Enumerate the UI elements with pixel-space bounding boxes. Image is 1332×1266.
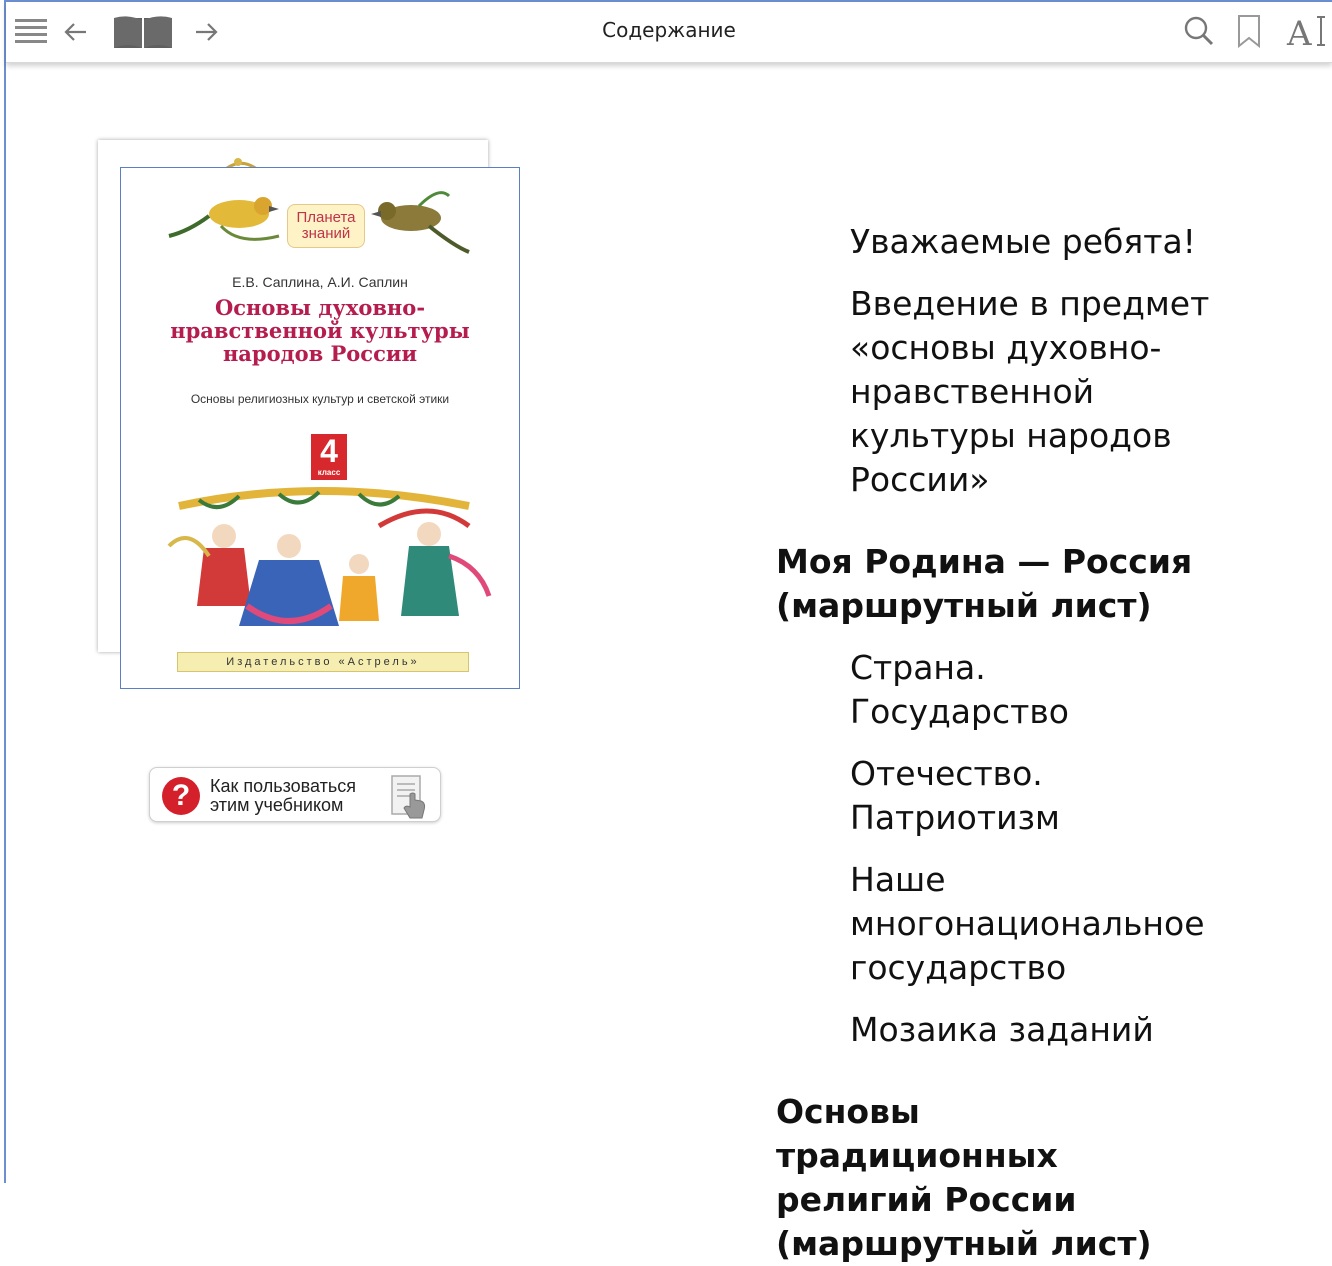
toc-item[interactable]: Наше многонациональное государство — [850, 858, 1210, 990]
toolbar: Содержание A — [6, 2, 1332, 63]
dancers-illustration-icon — [167, 487, 492, 626]
grade-number: 4 — [320, 433, 338, 469]
cover-publisher: Издательство «Астрель» — [177, 652, 469, 672]
tap-document-icon — [388, 772, 432, 824]
grade-badge: 4 класс — [311, 434, 347, 480]
toc-item[interactable]: Введение в предмет «основы духовно-нравс… — [850, 282, 1210, 502]
toc-item[interactable]: Уважаемые ребята! — [850, 220, 1210, 264]
search-icon[interactable] — [1182, 14, 1216, 48]
how-to-use-button[interactable]: ? Как пользоваться этим учебником — [149, 767, 441, 822]
toc-item[interactable]: Страна. Государство — [850, 646, 1210, 734]
how-to-use-label: Как пользоваться этим учебником — [210, 776, 357, 815]
toc-section[interactable]: Моя Родина — Россия (маршрутный лист) — [776, 540, 1206, 628]
cover-subtitle: Основы религиозных культур и светской эт… — [190, 392, 450, 406]
book-cover[interactable]: Планета знаний Е.В. Саплина, А.И. Саплин… — [120, 167, 520, 689]
table-of-contents: Уважаемые ребята! Введение в предмет «ос… — [776, 220, 1316, 1266]
svg-text:A: A — [1286, 14, 1312, 51]
cover-authors: Е.В. Саплина, А.И. Саплин — [232, 274, 408, 290]
series-badge: Планета знаний — [287, 204, 365, 248]
grade-label: класс — [317, 468, 341, 477]
toolbar-title: Содержание — [602, 18, 736, 42]
toc-item[interactable]: Мозаика заданий — [850, 1008, 1210, 1052]
font-size-icon[interactable]: A — [1284, 10, 1328, 52]
bookmark-icon[interactable] — [1234, 12, 1264, 50]
question-icon: ? — [162, 777, 200, 815]
toc-section[interactable]: Основы традиционных религий России (марш… — [776, 1090, 1206, 1266]
toc-item[interactable]: Отечество. Патриотизм — [850, 752, 1060, 840]
cover-artwork: Планета знаний Е.В. Саплина, А.И. Саплин… — [129, 176, 511, 680]
cover-title: Основы духовно-нравственной культуры нар… — [170, 295, 470, 366]
